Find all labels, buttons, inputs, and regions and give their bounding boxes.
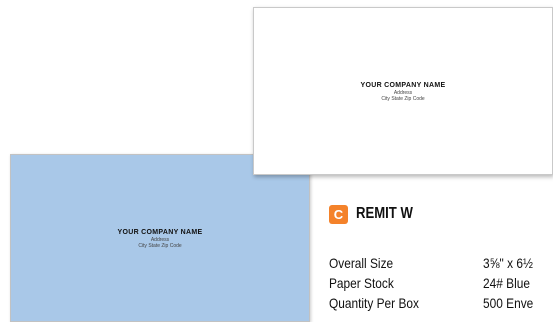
envelope-city-line: City State Zip Code xyxy=(138,242,182,249)
spec-label: Overall Size xyxy=(329,255,394,271)
spec-label: Paper Stock xyxy=(329,275,394,291)
envelope-city-line: City State Zip Code xyxy=(381,95,425,102)
spec-value: 24# Blue xyxy=(483,275,530,291)
white-envelope-image: YOUR COMPANY NAME Address City State Zip… xyxy=(253,7,553,175)
spec-row: Paper Stock 24# Blue xyxy=(329,273,553,293)
envelope-company-name: YOUR COMPANY NAME xyxy=(117,228,203,236)
product-code-badge: C xyxy=(329,205,348,224)
spec-row: Overall Size 3⅝" x 6½ xyxy=(329,253,553,273)
spec-value: 3⅝" x 6½ xyxy=(483,255,533,271)
envelope-company-name: YOUR COMPANY NAME xyxy=(360,81,446,89)
spec-row: Quantity Per Box 500 Enve xyxy=(329,293,553,313)
blue-envelope-image: YOUR COMPANY NAME Address City State Zip… xyxy=(10,154,310,322)
specs-table: Overall Size 3⅝" x 6½ Paper Stock 24# Bl… xyxy=(329,253,553,322)
spec-value: 500 Enve xyxy=(483,295,534,311)
spec-label: Quantity Per Box xyxy=(329,295,419,311)
product-title: REMIT W xyxy=(356,205,413,222)
